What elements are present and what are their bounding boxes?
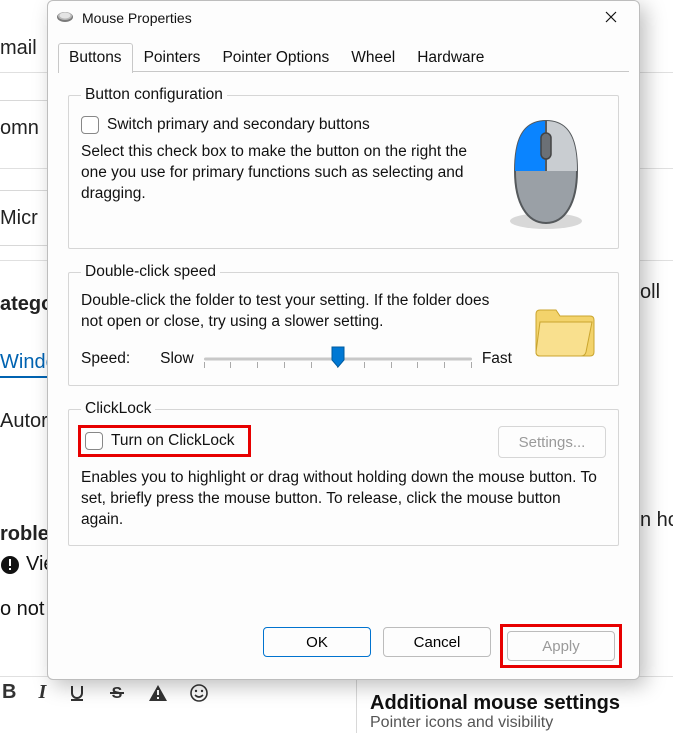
double-click-desc: Double-click the folder to test your set… — [81, 291, 512, 333]
dialog-title: Mouse Properties — [82, 10, 583, 26]
speed-slider[interactable] — [204, 347, 472, 371]
apply-highlight: Apply — [503, 627, 619, 665]
bg-right-oll: oll — [640, 281, 673, 304]
emoji-icon[interactable] — [190, 684, 208, 702]
checkbox-box — [85, 432, 103, 450]
divider — [356, 676, 357, 733]
dialog-button-row: OK Cancel Apply — [48, 617, 639, 679]
underline-icon[interactable] — [68, 684, 86, 702]
clicklock-group: ClickLock Turn on ClickLock Settings... … — [68, 400, 619, 546]
warning-icon — [0, 555, 20, 575]
button-configuration-legend: Button configuration — [81, 86, 227, 104]
bg-text-categories: atego — [0, 276, 48, 332]
slow-label: Slow — [160, 350, 194, 368]
mouse-properties-dialog: Mouse Properties Buttons Pointers Pointe… — [47, 0, 640, 680]
clicklock-label: Turn on ClickLock — [111, 433, 234, 449]
clicklock-settings-button: Settings... — [498, 426, 606, 458]
bg-text-comments: omn — [0, 100, 48, 156]
warning-triangle-icon[interactable] — [148, 684, 168, 702]
tab-pointer-options[interactable]: Pointer Options — [211, 43, 340, 72]
bg-toolbar: B I S — [0, 681, 355, 704]
bg-view-row: Vie — [0, 553, 33, 576]
tab-wheel[interactable]: Wheel — [340, 43, 406, 72]
tab-hardware[interactable]: Hardware — [406, 43, 495, 72]
double-click-speed-group: Double-click speed Double-click the fold… — [68, 263, 619, 386]
apply-button[interactable]: Apply — [507, 631, 615, 661]
bg-footer-sub: Pointer icons and visibility — [370, 714, 620, 732]
tab-content: Button configuration Switch primary and … — [48, 72, 639, 617]
clicklock-highlight: Turn on ClickLock — [81, 428, 248, 454]
bold-icon[interactable]: B — [2, 681, 16, 704]
tab-strip: Buttons Pointers Pointer Options Wheel H… — [48, 43, 639, 72]
folder-illustration[interactable] — [526, 291, 606, 371]
tab-buttons[interactable]: Buttons — [58, 43, 133, 73]
switch-buttons-label: Switch primary and secondary buttons — [107, 117, 370, 133]
title-bar[interactable]: Mouse Properties — [48, 1, 639, 35]
checkbox-box — [81, 116, 99, 134]
slider-thumb[interactable] — [331, 346, 345, 368]
mouse-icon — [56, 10, 74, 27]
bg-right-nh: n ho — [640, 509, 673, 532]
cancel-button[interactable]: Cancel — [383, 627, 491, 657]
mouse-illustration — [486, 114, 606, 234]
fast-label: Fast — [482, 350, 512, 368]
strike-icon[interactable]: S — [108, 684, 126, 702]
clicklock-legend: ClickLock — [81, 400, 155, 418]
italic-icon[interactable]: I — [38, 681, 46, 704]
button-config-desc: Select this check box to make the button… — [81, 142, 472, 205]
bg-text-windows: Windo — [0, 336, 48, 392]
speed-label: Speed: — [81, 350, 130, 368]
clicklock-checkbox[interactable]: Turn on ClickLock — [85, 432, 234, 450]
close-icon — [605, 10, 617, 26]
bg-footer[interactable]: Additional mouse settings Pointer icons … — [370, 692, 620, 732]
button-configuration-group: Button configuration Switch primary and … — [68, 86, 619, 249]
clicklock-desc: Enables you to highlight or drag without… — [81, 468, 606, 531]
double-click-legend: Double-click speed — [81, 263, 220, 281]
ok-button[interactable]: OK — [263, 627, 371, 657]
switch-buttons-checkbox[interactable]: Switch primary and secondary buttons — [81, 116, 472, 134]
bg-text-automatic: Autor — [0, 393, 48, 449]
bg-text-microsoft: Micr — [0, 190, 48, 246]
close-button[interactable] — [591, 4, 631, 32]
bg-footer-title: Additional mouse settings — [370, 692, 620, 714]
bg-text-mail: mail — [0, 20, 48, 76]
tab-pointers[interactable]: Pointers — [133, 43, 212, 72]
